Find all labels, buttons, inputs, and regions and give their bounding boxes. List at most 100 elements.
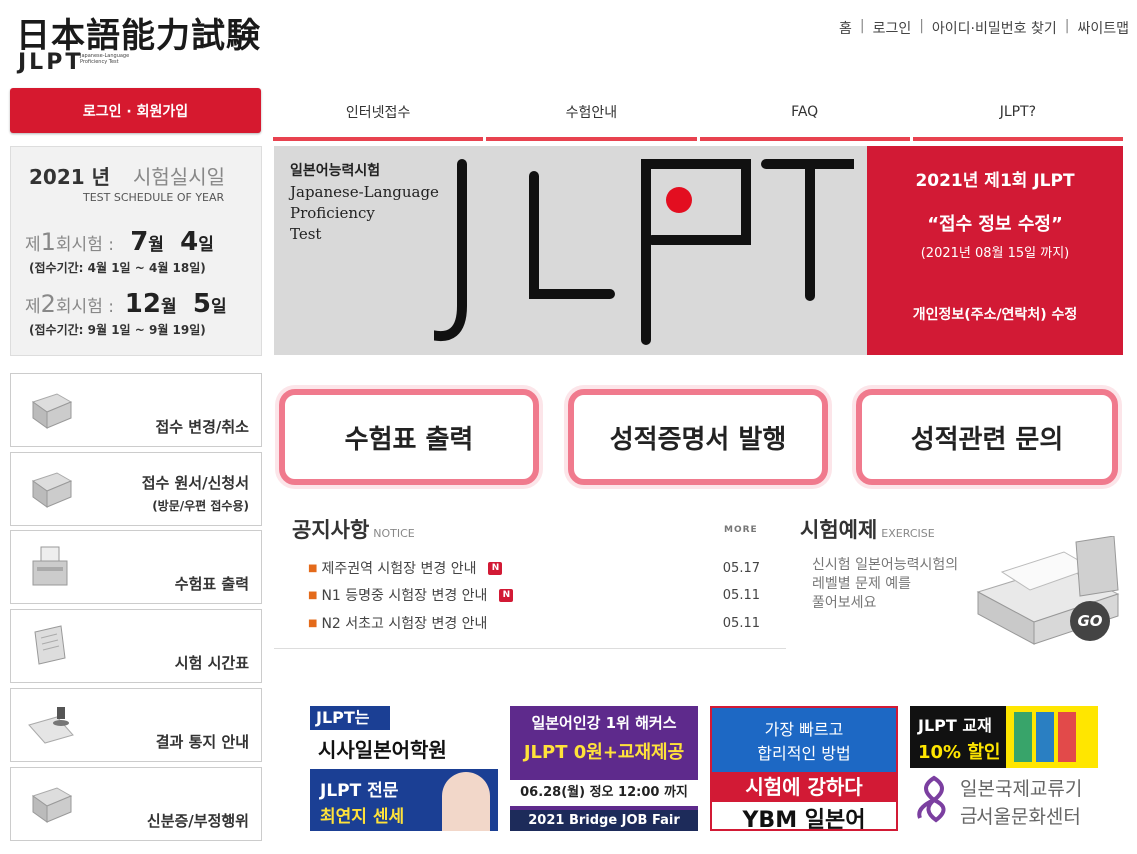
day-unit: 일 xyxy=(198,235,214,255)
notice-date: 05.17 xyxy=(722,560,760,576)
banner-notice-red[interactable]: 2021년 제1회 JLPT “접수 정보 수정” (2021년 08월 15일… xyxy=(867,146,1123,355)
menu-application-form[interactable]: 접수 원서/신청서 (방문/우편 접수용) xyxy=(10,452,262,526)
notice-date: 05.11 xyxy=(722,615,760,631)
separator: | xyxy=(919,18,924,34)
exam-2-period: (접수기간: 9월 1일 ~ 9월 19일) xyxy=(29,323,206,337)
stamp-icon xyxy=(28,707,74,744)
ad-text: 가장 빠르고 xyxy=(764,720,844,739)
bullet-icon: ■ xyxy=(308,562,318,574)
ad-hackers[interactable]: 일본어인강 1위 해커스 JLPT 0원+교재제공 06.28(월) 정오 12… xyxy=(510,706,698,831)
notice-item[interactable]: ■ N2 서초고 시험장 변경 안내 05.11 xyxy=(308,613,760,633)
menu-timetable[interactable]: 시험 시간표 xyxy=(10,609,262,683)
ad-text: 일본어인강 1위 해커스 xyxy=(531,714,677,732)
exercise-title-kr: 시험예제 xyxy=(800,518,878,542)
score-certificate-button[interactable]: 성적증명서 발행 xyxy=(568,389,828,485)
notice-item[interactable]: ■ N1 등명중 시험장 변경 안내 N 05.11 xyxy=(308,585,760,605)
day-unit: 일 xyxy=(210,297,227,317)
score-inquiry-button[interactable]: 성적관련 문의 xyxy=(856,389,1118,485)
schedule-sub: TEST SCHEDULE OF YEAR xyxy=(83,191,225,204)
month-unit: 월 xyxy=(160,297,177,317)
book-image xyxy=(1014,712,1032,762)
logo-jlpt[interactable]: JLPT xyxy=(18,50,83,75)
exercise-go-button[interactable]: GO xyxy=(1070,601,1110,641)
ad-text: JLPT는 xyxy=(310,706,390,730)
exam-1-date: 제1회시험 : 7월 4일 xyxy=(25,227,214,257)
banner-en-line: Test xyxy=(290,225,322,243)
cabinet-icon xyxy=(31,472,73,508)
ad-text: JLPT 전문 xyxy=(320,781,399,801)
menu-label: 신분증/부정행위 xyxy=(146,812,249,830)
new-badge: N xyxy=(488,561,503,575)
notice-more-link[interactable]: MORE xyxy=(724,525,758,535)
exam-month: 12 xyxy=(124,289,161,319)
nav-internet-apply[interactable]: 인터넷접수 xyxy=(273,86,484,141)
foundation-logo-icon xyxy=(917,775,946,823)
notice-text: 제주권역 시험장 변경 안내 xyxy=(321,561,477,577)
top-links: 홈 | 로그인 | 아이디·비밀번호 찾기 | 싸이트맵 xyxy=(839,18,1129,38)
exam-day: 4 xyxy=(180,227,199,257)
print-ticket-button[interactable]: 수험표 출력 xyxy=(279,389,539,485)
menu-label-sub: (방문/우편 접수용) xyxy=(152,499,249,513)
banner-en-line: Japanese-Language xyxy=(290,183,439,201)
ad-ybm[interactable]: 가장 빠르고 합리적인 방법 시험에 강하다 YBM 일본어 xyxy=(710,706,898,831)
nav-exam-guide[interactable]: 수험안내 xyxy=(486,86,697,141)
login-link[interactable]: 로그인 xyxy=(873,18,912,38)
banner-en-line: Proficiency xyxy=(290,204,375,222)
exam-2-date: 제2회시험 : 12월 5일 xyxy=(25,289,227,319)
notice-item[interactable]: ■ 제주권역 시험장 변경 안내 N 05.17 xyxy=(308,558,760,578)
nav-jlpt-about[interactable]: JLPT? xyxy=(912,86,1123,141)
calendar-icon xyxy=(34,625,66,665)
bullet-icon: ■ xyxy=(308,589,318,601)
printer-icon xyxy=(32,546,68,586)
exercise-text: 신시험 일본어능력시험의 레벨별 문제 예를 풀어보세요 xyxy=(812,556,958,613)
exam-prefix: 제 xyxy=(25,297,41,317)
cabinet-icon xyxy=(31,393,73,429)
menu-id-cheating[interactable]: 신분증/부정행위 xyxy=(10,767,262,841)
banner-kr-title: 일본어능력시험 xyxy=(290,163,381,179)
book-image xyxy=(1058,712,1076,762)
logo-subtitle: Japanese-Language Proficiency Test xyxy=(80,53,130,65)
banner-red-headline: “접수 정보 수정” xyxy=(927,214,1063,235)
banner-red-deadline: (2021년 08월 15일 까지) xyxy=(920,246,1070,261)
ad-text: 시사일본어학원 xyxy=(318,738,447,762)
home-link[interactable]: 홈 xyxy=(839,18,852,38)
separator: | xyxy=(1064,18,1070,34)
menu-print-ticket[interactable]: 수험표 출력 xyxy=(10,530,262,604)
ad-text: 서울문화센터 xyxy=(976,806,1081,828)
exercise-line: 레벨별 문제 예를 xyxy=(812,576,912,592)
nav-faq[interactable]: FAQ xyxy=(699,86,910,141)
main-nav: 인터넷접수 수험안내 FAQ JLPT? xyxy=(273,86,1123,141)
ad-sisa[interactable]: JLPT는 시사일본어학원 JLPT 전문 최연지 센세 xyxy=(310,706,498,831)
ad-text: 시험에 강하다 xyxy=(712,772,896,802)
schedule-panel: 2021 년 시험실시일 TEST SCHEDULE OF YEAR 제1회시험… xyxy=(10,146,262,356)
find-account-link[interactable]: 아이디·비밀번호 찾기 xyxy=(932,18,1057,38)
jlpt-logo-graphic xyxy=(434,159,854,345)
schedule-label: 시험실시일 xyxy=(133,165,225,189)
login-signup-button[interactable]: 로그인 · 회원가입 xyxy=(10,88,261,133)
menu-label: 시험 시간표 xyxy=(174,654,249,672)
menu-result-notice[interactable]: 결과 통지 안내 xyxy=(10,688,262,762)
menu-label: 접수 원서/신청서 (방문/우편 접수용) xyxy=(142,472,249,517)
schedule-year: 2021 년 xyxy=(29,165,111,189)
main-banner[interactable]: 일본어능력시험 Japanese-Language Proficiency Te… xyxy=(274,146,867,355)
separator: | xyxy=(859,18,865,34)
new-badge: N xyxy=(499,588,514,602)
banner-red-action: 개인정보(주소/연락처) 수정 xyxy=(912,307,1078,323)
ad-text: JLPT 0원+교재제공 xyxy=(523,742,685,763)
bullet-icon: ■ xyxy=(308,617,318,629)
notice-text: N2 서초고 시험장 변경 안내 xyxy=(321,616,488,632)
notice-text: N1 등명중 시험장 변경 안내 xyxy=(321,588,488,604)
exercise-line: 풀어보세요 xyxy=(812,595,877,611)
exam-1-period: (접수기간: 4월 1일 ~ 4월 18일) xyxy=(29,261,206,275)
banner-red-title: 2021년 제1회 JLPT xyxy=(915,171,1075,191)
menu-label-main: 접수 원서/신청서 xyxy=(141,474,249,492)
menu-label: 결과 통지 안내 xyxy=(155,733,249,751)
ad-text: 10% 할인 xyxy=(918,742,1001,763)
ad-text: 06.28(월) 정오 12:00 까지 xyxy=(510,780,698,806)
exercise-title: 시험예제 EXERCISE xyxy=(800,514,935,544)
exam-num: 2 xyxy=(40,290,56,318)
ad-japan-foundation[interactable]: JLPT 교재 10% 할인 일본국제교류기금 서울문화센터 xyxy=(910,706,1098,831)
menu-change-cancel[interactable]: 접수 변경/취소 xyxy=(10,373,262,447)
exam-prefix: 제 xyxy=(25,235,41,255)
sitemap-link[interactable]: 싸이트맵 xyxy=(1077,18,1129,38)
